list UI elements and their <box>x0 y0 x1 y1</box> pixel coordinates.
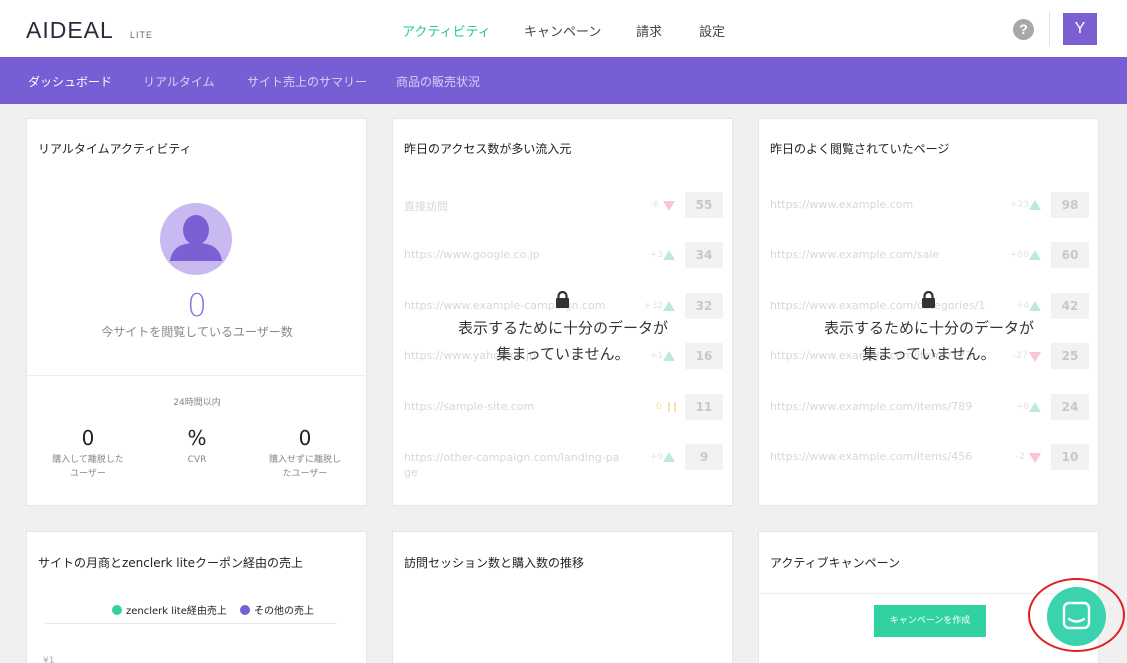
trend-up-icon <box>1029 402 1041 412</box>
trend-up-icon <box>1029 200 1041 210</box>
row-delta: +3 <box>650 250 664 260</box>
logo-text: AIDEAL <box>26 17 114 43</box>
list-item: https://www.example.com/items/456 -2 10 <box>770 444 1090 472</box>
lock-icon <box>922 291 935 308</box>
realtime-card: リアルタイムアクティビティ 0 今サイトを閲覧しているユーザー数 24時間以内 … <box>26 118 367 506</box>
subnav-dashboard[interactable]: ダッシュボード <box>28 73 112 90</box>
trend-up-icon <box>1029 301 1041 311</box>
card-title: 昨日のよく閲覧されていたページ <box>770 142 950 156</box>
trend-up-icon <box>663 250 675 260</box>
logo-sub: LITE <box>130 30 154 40</box>
row-count: 10 <box>1051 444 1089 470</box>
row-url: https://www.example.com/items/456 <box>770 450 973 463</box>
popular-pages-card: 昨日のよく閲覧されていたページ https://www.example.com … <box>758 118 1099 506</box>
row-url: https://www.google.co.jp <box>404 248 540 261</box>
row-url: https://www.example.com/items/789 <box>770 400 973 413</box>
row-url: https://www.example.com <box>770 198 914 211</box>
create-campaign-button[interactable]: キャンペーンを作成 <box>874 605 986 637</box>
row-count: 34 <box>685 242 723 268</box>
insufficient-data-message: 表示するために十分のデータが 集まっていません。 <box>823 319 1034 363</box>
row-url: 直接訪問 <box>404 200 448 213</box>
subnav-product-sales[interactable]: 商品の販売状況 <box>396 73 480 90</box>
trend-down-icon <box>1029 453 1041 463</box>
stat-label: 購入して離脱した ユーザー <box>52 455 124 479</box>
chart-gridline <box>45 623 337 624</box>
row-delta: +60 <box>1010 250 1029 260</box>
stat-label: CVR <box>187 455 207 465</box>
row-count: 60 <box>1051 242 1089 268</box>
card-title: 訪問セッション数と購入数の推移 <box>404 556 585 570</box>
sessions-chart-card: 訪問セッション数と購入数の推移 <box>392 531 733 663</box>
card-title: アクティブキャンペーン <box>770 556 901 570</box>
row-count: 9 <box>685 444 723 470</box>
user-avatar-icon <box>160 203 232 275</box>
row-count: 24 <box>1051 394 1089 420</box>
list-item: https://www.example.com/items/789 +6 24 <box>770 394 1090 422</box>
sub-nav: ダッシュボード リアルタイム サイト売上のサマリー 商品の販売状況 <box>0 57 1127 104</box>
row-delta: -2 <box>1016 452 1025 462</box>
top-bar: AIDEAL LITE アクティビティ キャンペーン 請求 設定 ? Y <box>0 0 1127 57</box>
trend-down-icon <box>663 201 675 211</box>
subnav-sales-summary[interactable]: サイト売上のサマリー <box>247 73 367 90</box>
list-item: https://www.example.com/sale +60 60 <box>770 242 1090 270</box>
subnav-realtime[interactable]: リアルタイム <box>143 73 215 90</box>
legend-item[interactable]: その他の売上 <box>240 602 314 617</box>
row-count: 98 <box>1051 192 1089 218</box>
row-delta: +23 <box>1010 200 1029 210</box>
list-item: https://www.example.com +23 98 <box>770 192 1090 220</box>
list-item: 直接訪問 -6 55 <box>404 192 724 220</box>
referrers-card: 昨日のアクセス数が多い流入元 直接訪問 -6 55 https://www.go… <box>392 118 733 506</box>
chat-icon <box>1062 601 1091 630</box>
legend-swatch <box>240 605 250 615</box>
sales-chart-card: サイトの月商とzenclerk liteクーポン経由の売上 zenclerk l… <box>26 531 367 663</box>
stat-label: 購入せずに離脱し たユーザー <box>268 455 341 479</box>
legend-swatch <box>112 605 122 615</box>
period-label: 24時間以内 <box>173 398 221 408</box>
stat-value: 0 <box>298 426 312 450</box>
row-delta: +4 <box>1016 301 1030 311</box>
row-delta: -6 <box>650 200 659 210</box>
row-count: 55 <box>685 192 723 218</box>
card-title: 昨日のアクセス数が多い流入元 <box>404 142 572 156</box>
list-item: https://sample-site.com 0 11 <box>404 394 724 422</box>
row-url: https://www.example.com/categories/1 <box>770 299 986 312</box>
trend-up-icon <box>1029 250 1041 260</box>
nav-campaign[interactable]: キャンペーン <box>524 21 601 40</box>
active-user-count: 0 <box>187 288 207 324</box>
card-title: リアルタイムアクティビティ <box>38 142 192 156</box>
row-delta: +6 <box>1016 402 1030 412</box>
chat-launcher-button[interactable] <box>1047 587 1106 646</box>
row-delta: +9 <box>650 452 664 462</box>
y-axis-label: ¥1 <box>43 656 55 663</box>
legend-item[interactable]: zenclerk lite経由売上 <box>112 602 227 617</box>
stat-value: 0 <box>81 426 95 450</box>
trend-up-icon <box>663 452 675 462</box>
row-url: https://sample-site.com <box>404 400 535 413</box>
row-url: https://other-campaign.com/landing-pa ge <box>404 451 620 479</box>
list-item: https://other-campaign.com/landing-pa ge … <box>404 444 724 479</box>
row-delta: 0 <box>656 402 662 412</box>
nav-settings[interactable]: 設定 <box>699 21 725 40</box>
lock-icon <box>556 291 569 308</box>
row-count: 11 <box>685 394 723 420</box>
nav-billing[interactable]: 請求 <box>636 21 662 40</box>
list-item: https://www.google.co.jp +3 34 <box>404 242 724 270</box>
trend-flat-icon <box>668 402 676 412</box>
help-icon[interactable]: ? <box>1013 19 1034 40</box>
row-url: https://www.example.com/sale <box>770 248 940 261</box>
logo[interactable]: AIDEAL <box>26 17 114 44</box>
row-delta: +32 <box>644 301 663 311</box>
insufficient-data-message: 表示するために十分のデータが 集まっていません。 <box>457 319 668 363</box>
stat-value: % <box>187 426 207 450</box>
nav-activity[interactable]: アクティビティ <box>402 21 491 40</box>
user-menu-button[interactable]: Y <box>1063 13 1097 45</box>
active-user-label: 今サイトを閲覧しているユーザー数 <box>101 325 293 339</box>
divider <box>27 375 367 376</box>
header-divider <box>1049 12 1050 46</box>
trend-up-icon <box>663 301 675 311</box>
row-url: https://www.example-campaign.com <box>404 299 606 312</box>
card-title: サイトの月商とzenclerk liteクーポン経由の売上 <box>38 556 304 570</box>
